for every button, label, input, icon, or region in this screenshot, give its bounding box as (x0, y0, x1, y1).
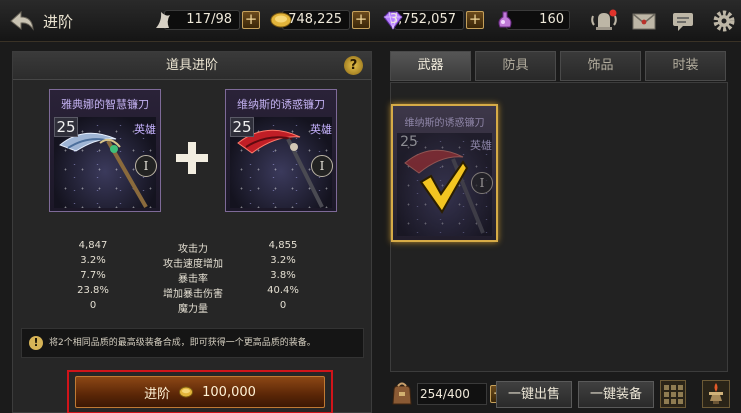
chat-icon[interactable] (670, 7, 698, 35)
stat-right-value: 3.2% (270, 255, 296, 266)
stat-right-value: 40.4% (267, 285, 299, 296)
tab-accessory[interactable]: 饰品 (560, 51, 641, 81)
stamina-icon (150, 8, 176, 32)
bottom-bar: 254/400 + 一键出售 一键装备 (390, 378, 741, 413)
plus-icon (176, 142, 208, 174)
category-tabs: 武器 防具 饰品 时装 (390, 51, 728, 81)
stat-left-value: 0 (89, 300, 97, 311)
item-advance-panel: 道具进阶 ? 雅典娜的智慧镰刀 25 英雄 I 维纳斯的诱惑镰刀 25 英雄 I… (12, 51, 372, 413)
alarm-bell-icon[interactable] (590, 7, 618, 35)
stat-left-value: 4,847 (78, 240, 108, 251)
stat-name: 暴击率 (178, 274, 208, 285)
bag-capacity: 254/400 + (417, 383, 508, 405)
potion-icon (492, 8, 518, 32)
stat-name: 增加暴击伤害 (163, 289, 223, 300)
tab-weapon[interactable]: 武器 (390, 51, 471, 81)
source-item-card[interactable]: 雅典娜的智慧镰刀 25 英雄 I (49, 89, 161, 212)
inventory-item-tier: I (471, 172, 493, 194)
top-bar: 进阶 117/98 + 748,225 + 3,752,057 + 160 (0, 0, 741, 42)
potion-counter: 160 (492, 8, 576, 32)
inventory-item-rarity: 英雄 (470, 139, 492, 152)
advance-label: 进阶 (144, 386, 171, 402)
target-item-level: 25 (230, 117, 254, 137)
grid-view-icon[interactable] (660, 380, 686, 408)
gold-counter: 748,225 + (268, 8, 372, 32)
settings-gear-icon[interactable] (710, 7, 738, 35)
stat-right-value: 4,855 (268, 240, 298, 251)
inventory-item[interactable]: 维纳斯的诱惑镰刀 25 英雄 I (391, 104, 498, 242)
anvil-forge-icon[interactable] (702, 380, 730, 408)
mail-icon[interactable] (630, 7, 658, 35)
gold-coin-icon (179, 386, 194, 398)
stat-left-value: 23.8% (77, 285, 109, 296)
stat-row: 7.7% 暴击率 3.8% (13, 270, 373, 285)
advance-button[interactable]: 进阶 100,000 (75, 376, 325, 408)
stat-right-value: 3.8% (270, 270, 296, 281)
add-stamina-button[interactable]: + (242, 11, 260, 29)
add-gem-button[interactable]: + (466, 11, 484, 29)
panel-title: 道具进阶 (165, 58, 218, 73)
stat-row: 4,847 攻击力 4,855 (13, 240, 373, 255)
source-item-tier: I (135, 155, 157, 177)
stat-right-value: 0 (279, 300, 287, 311)
page-title: 进阶 (43, 13, 74, 31)
target-item-name: 维纳斯的诱惑镰刀 (237, 98, 325, 111)
equip-all-button[interactable]: 一键装备 (578, 381, 654, 408)
inventory-item-name: 维纳斯的诱惑镰刀 (404, 118, 485, 129)
help-button[interactable]: ? (344, 56, 363, 75)
target-item-tier: I (311, 155, 333, 177)
tab-fashion[interactable]: 时装 (645, 51, 726, 81)
gem-counter: 3,752,057 + (380, 8, 486, 32)
panel-header: 道具进阶 ? (13, 52, 371, 80)
gold-value: 748,225 (288, 12, 342, 27)
stat-name: 攻击力 (178, 244, 208, 255)
source-item-rarity: 英雄 (134, 123, 156, 136)
warning-icon: ! (29, 336, 43, 350)
stat-name: 魔力量 (178, 304, 208, 315)
source-item-level: 25 (54, 117, 78, 137)
notice-text: 将2个相同品质的最高级装备合成，即可获得一个更高品质的装备。 (49, 338, 316, 348)
notice-box: ! 将2个相同品质的最高级装备合成，即可获得一个更高品质的装备。 (21, 328, 364, 358)
target-item-rarity: 英雄 (310, 123, 332, 136)
tab-armor[interactable]: 防具 (475, 51, 556, 81)
sell-all-button[interactable]: 一键出售 (496, 381, 572, 408)
source-item-name: 雅典娜的智慧镰刀 (61, 98, 149, 111)
add-gold-button[interactable]: + (352, 11, 370, 29)
stat-row: 23.8% 增加暴击伤害 40.4% (13, 285, 373, 300)
stamina-value: 117/98 (186, 12, 232, 27)
advance-cost: 100,000 (202, 384, 256, 400)
inventory-grid: 维纳斯的诱惑镰刀 25 英雄 I (390, 82, 728, 372)
stat-name: 攻击速度增加 (163, 259, 223, 270)
stamina-counter: 117/98 + (150, 8, 262, 32)
stat-row: 0 魔力量 0 (13, 300, 373, 315)
bag-capacity-value: 254/400 (420, 387, 470, 401)
bag-icon (392, 382, 412, 405)
selected-checkmark-icon (419, 160, 469, 214)
target-item-card[interactable]: 维纳斯的诱惑镰刀 25 英雄 I (225, 89, 337, 212)
back-arrow-icon[interactable] (6, 6, 38, 36)
gem-value: 3,752,057 (389, 12, 456, 27)
stat-left-value: 7.7% (80, 270, 106, 281)
stat-row: 3.2% 攻击速度增加 3.2% (13, 255, 373, 270)
potion-value: 160 (539, 12, 564, 27)
inventory-item-level: 25 (400, 134, 418, 150)
stat-left-value: 3.2% (80, 255, 106, 266)
advance-button-highlight: 进阶 100,000 (67, 370, 333, 413)
